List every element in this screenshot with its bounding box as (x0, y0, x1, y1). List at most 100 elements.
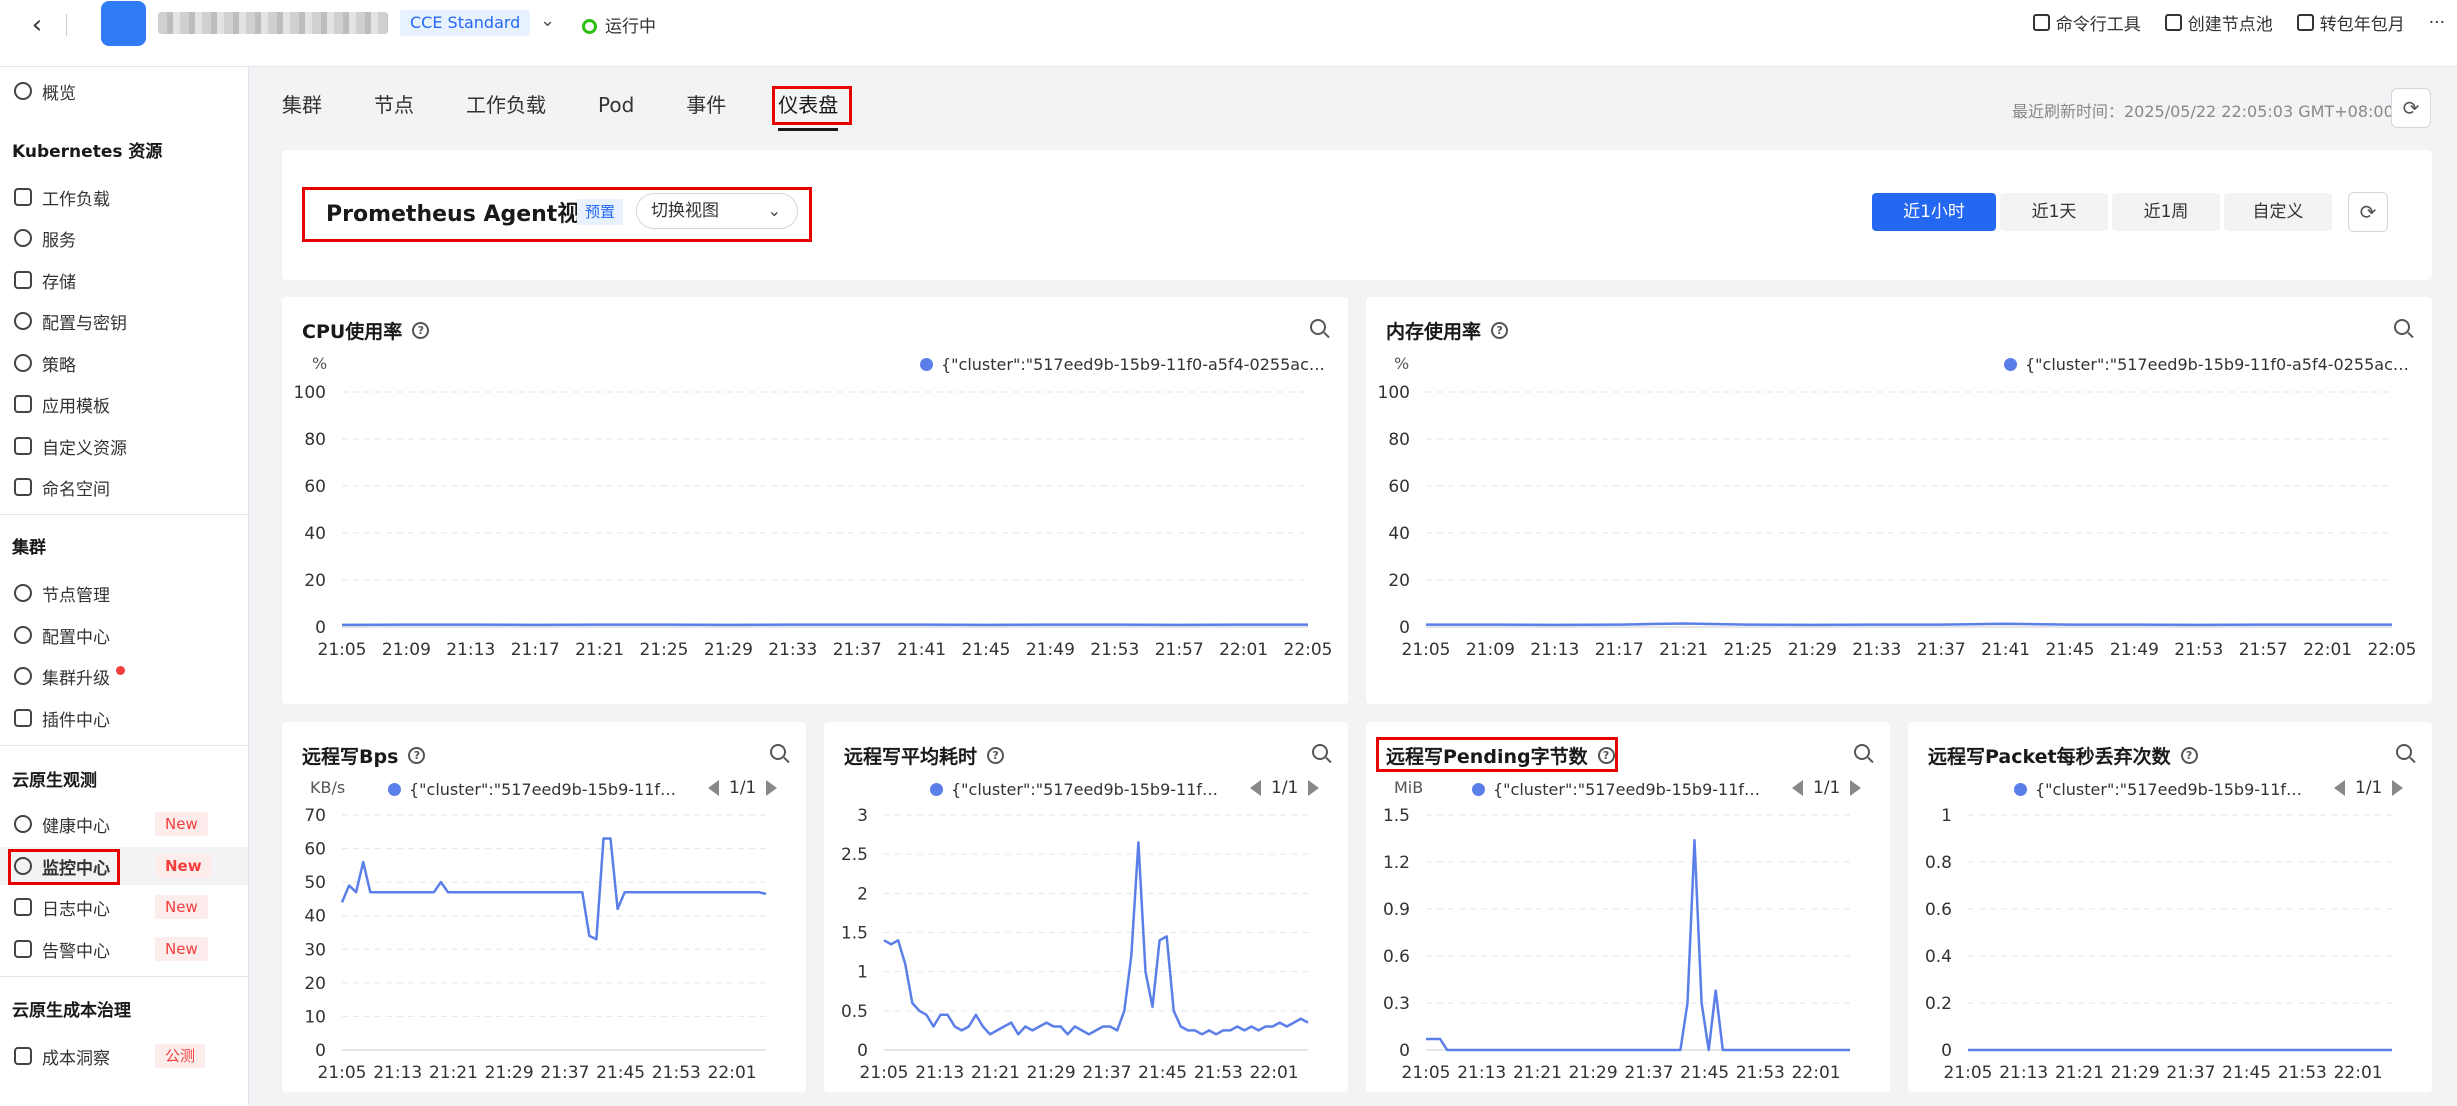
sidebar-item-label: 节点管理 (42, 585, 110, 606)
remote-write-dropped-chart: 1 0.8 0.6 0.4 0.2 021:05 21:13 21:21 21:29 21:37 2… (1925, 806, 2392, 1083)
y-tick-label: 20 (304, 974, 326, 994)
y-tick-label: 20 (304, 571, 326, 591)
y-tick-label: 0 (1399, 1041, 1410, 1061)
cluster-switch-chevron-down-icon[interactable]: ⌄ (540, 10, 555, 31)
dashboard-title: Prometheus Agent视图 (326, 202, 602, 227)
more-button[interactable]: ··· (2429, 13, 2445, 33)
tab-dashboard[interactable]: 仪表盘 (778, 85, 839, 131)
new-badge: New (155, 812, 208, 836)
y-tick-label: 0.5 (841, 1002, 868, 1022)
create-node-pool-button[interactable]: 创建节点池 (2164, 10, 2273, 35)
sidebar-item-workloads[interactable]: 工作负载 (0, 178, 248, 216)
y-tick-label: 1.2 (1383, 853, 1410, 873)
sidebar-item-log-center[interactable]: 日志中心 New (0, 888, 248, 926)
document-icon (14, 898, 32, 916)
back-icon[interactable]: ‹ (22, 10, 52, 40)
x-tick-label: 21:05 (860, 1063, 909, 1083)
switch-view-select[interactable]: 切换视图 ⌄ (636, 193, 798, 229)
cli-tool-button[interactable]: 命令行工具 (2032, 10, 2141, 35)
y-tick-label: 0 (315, 618, 326, 638)
sidebar-item-cluster-upgrade[interactable]: 集群升级 (0, 657, 248, 695)
x-tick-label: 21:33 (1852, 640, 1901, 660)
sidebar-item-cost-insight[interactable]: 成本洞察 公测 (0, 1037, 248, 1075)
tab-nodes[interactable]: 节点 (374, 85, 414, 125)
sidebar-item-policies[interactable]: 策略 (0, 344, 248, 382)
sidebar-item-storage[interactable]: 存储 (0, 261, 248, 299)
remote-write-bps-chart: 70 60 50 40 30 20 10 021:05 21:13 21:21 21:29 21:37… (304, 806, 767, 1083)
calendar-icon (2296, 14, 2314, 31)
x-tick-label: 21:17 (511, 640, 560, 660)
y-tick-label: 20 (1388, 571, 1410, 591)
sidebar-item-custom-resources[interactable]: 自定义资源 (0, 427, 248, 465)
wrench-icon (14, 626, 32, 644)
sidebar-item-config-secrets[interactable]: 配置与密钥 (0, 302, 248, 340)
bell-icon (14, 940, 32, 958)
tab-pod[interactable]: Pod (598, 85, 634, 125)
sidebar-item-alarm-center[interactable]: 告警中心 New (0, 930, 248, 968)
sidebar-item-namespaces[interactable]: 命名空间 (0, 468, 248, 506)
x-tick-label: 21:49 (2110, 640, 2159, 660)
x-tick-label: 21:29 (2111, 1063, 2160, 1083)
sidebar-item-app-templates[interactable]: 应用模板 (0, 385, 248, 423)
new-badge: New (155, 937, 208, 961)
convert-billing-button[interactable]: 转包年包月 (2296, 10, 2405, 35)
new-badge: New (155, 854, 212, 878)
beta-badge: 公测 (155, 1044, 206, 1068)
sidebar-item-label: 命名空间 (42, 479, 110, 500)
time-range-custom[interactable]: 自定义 (2224, 193, 2332, 231)
sidebar-item-monitoring-center[interactable]: 监控中心 New (0, 847, 248, 885)
sidebar-item-services[interactable]: 服务 (0, 219, 248, 257)
series-line (883, 841, 1309, 1036)
search-icon (14, 815, 32, 833)
time-range-1h[interactable]: 近1小时 (1872, 193, 1996, 231)
panel-memory-usage: 内存使用率? {"cluster":"517eed9b-15b9-11f0-a5… (1366, 297, 2432, 704)
tab-events[interactable]: 事件 (686, 85, 726, 125)
x-tick-label: 21:37 (540, 1063, 589, 1083)
sidebar-item-health-center[interactable]: 健康中心 New (0, 805, 248, 843)
x-tick-label: 21:21 (575, 640, 624, 660)
x-tick-label: 21:49 (1026, 640, 1075, 660)
sidebar-item-node-management[interactable]: 节点管理 (0, 574, 248, 612)
sidebar-item-label: 应用模板 (42, 396, 110, 417)
time-range-1w[interactable]: 近1周 (2112, 193, 2220, 231)
y-tick-label: 0 (1399, 618, 1410, 638)
y-tick-label: 0.3 (1383, 994, 1410, 1014)
x-tick-label: 21:21 (971, 1063, 1020, 1083)
x-tick-label: 21:45 (2222, 1063, 2271, 1083)
x-tick-label: 21:13 (446, 640, 495, 660)
node-pool-icon (2164, 14, 2182, 31)
tab-workloads[interactable]: 工作负载 (466, 85, 546, 125)
y-tick-label: 50 (304, 873, 326, 893)
x-tick-label: 21:45 (1138, 1063, 1187, 1083)
y-tick-label: 30 (304, 940, 326, 960)
refresh-button[interactable]: ⟳ (2391, 88, 2431, 128)
x-tick-label: 22:05 (1284, 640, 1333, 660)
y-tick-label: 40 (304, 907, 326, 927)
divider (66, 14, 67, 36)
dashboard-header: Prometheus Agent视图 预置 切换视图 ⌄ 近1小时 近1天 近1周… (282, 150, 2432, 280)
sidebar-item-config-center[interactable]: 配置中心 (0, 616, 248, 654)
time-range-1d[interactable]: 近1天 (2000, 193, 2108, 231)
cluster-tabs: 集群 节点 工作负载 Pod 事件 仪表盘 (282, 85, 890, 131)
y-tick-label: 40 (1388, 524, 1410, 544)
y-tick-label: 2.5 (841, 845, 868, 865)
new-badge: New (155, 895, 208, 919)
sidebar-item-label: 策略 (42, 355, 76, 376)
y-tick-label: 1 (1941, 806, 1952, 826)
dashboard-refresh-button[interactable]: ⟳ (2348, 192, 2388, 232)
sidebar-item-label: 集群升级 (42, 668, 110, 689)
section-cost-governance: 云原生成本治理 (12, 1001, 131, 1021)
sidebar-item-label: 健康中心 (42, 816, 110, 837)
y-tick-label: 0.6 (1383, 947, 1410, 967)
x-tick-label: 21:29 (485, 1063, 534, 1083)
tab-cluster[interactable]: 集群 (282, 85, 322, 125)
sidebar-item-overview[interactable]: 概览 (0, 72, 248, 110)
cost-icon (14, 1047, 32, 1065)
sidebar-item-plugin-center[interactable]: 插件中心 (0, 699, 248, 737)
x-tick-label: 21:09 (382, 640, 431, 660)
layers-icon (14, 437, 32, 455)
y-tick-label: 60 (1388, 477, 1410, 497)
preset-badge: 预置 (577, 199, 624, 225)
panel-cpu-usage: CPU使用率? {"cluster":"517eed9b-15b9-11f0-a… (282, 297, 1348, 704)
refresh-icon: ⟳ (2402, 96, 2420, 120)
